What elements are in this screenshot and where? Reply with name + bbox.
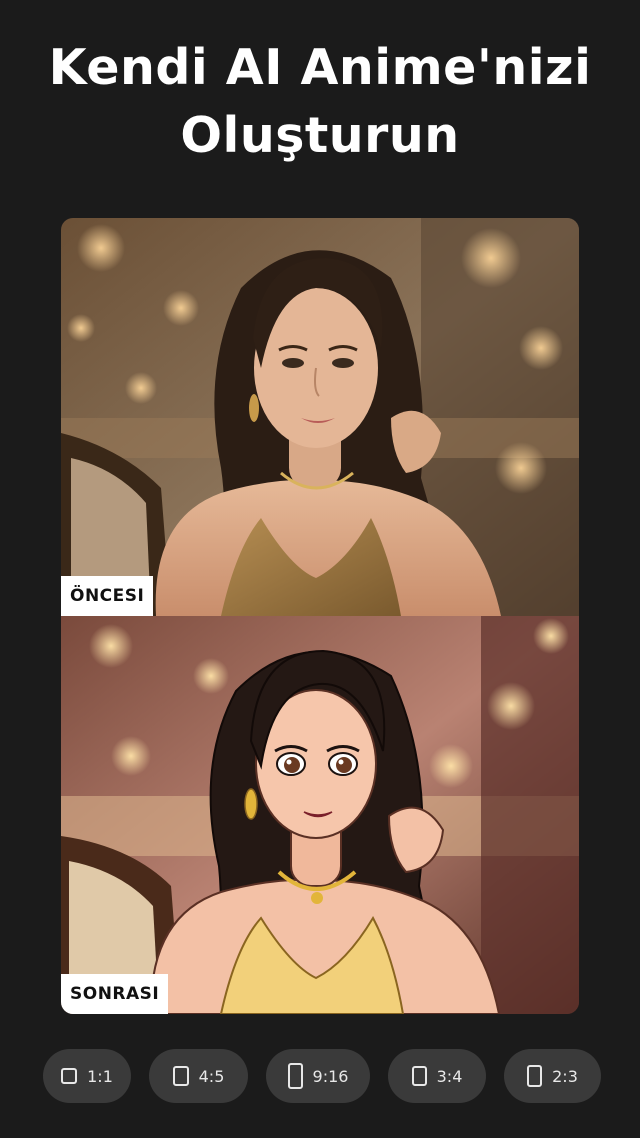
before-after-comparison: ÖNCESI SONRASI bbox=[61, 218, 579, 1014]
ratio-label: 1:1 bbox=[87, 1066, 113, 1086]
after-anime-image: SONRASI bbox=[61, 616, 579, 1014]
ratio-label: 9:16 bbox=[312, 1066, 349, 1086]
square-ratio-icon bbox=[61, 1068, 78, 1084]
after-label: SONRASI bbox=[61, 974, 169, 1014]
realistic-portrait-image bbox=[61, 218, 579, 616]
portrait-4-5-ratio-icon bbox=[172, 1066, 189, 1086]
ratio-label: 4:5 bbox=[198, 1066, 225, 1086]
portrait-3-4-ratio-icon bbox=[411, 1066, 427, 1086]
portrait-2-3-ratio-icon bbox=[527, 1065, 543, 1087]
aspect-ratio-selector: 1:1 4:5 9:16 3:4 2:3 bbox=[0, 1049, 640, 1103]
ratio-option-3-4[interactable]: 3:4 bbox=[388, 1049, 486, 1103]
ratio-option-9-16[interactable]: 9:16 bbox=[266, 1049, 370, 1103]
headline-line-1: Kendi AI Anime'nizi bbox=[48, 39, 592, 96]
before-label: ÖNCESI bbox=[61, 576, 154, 616]
anime-portrait-image bbox=[61, 616, 579, 1014]
ratio-option-4-5[interactable]: 4:5 bbox=[149, 1049, 248, 1103]
portrait-9-16-ratio-icon bbox=[287, 1063, 303, 1089]
headline-line-2: Oluşturun bbox=[180, 107, 460, 164]
ratio-label: 3:4 bbox=[436, 1066, 463, 1086]
ratio-option-1-1[interactable]: 1:1 bbox=[43, 1049, 131, 1103]
ratio-option-2-3[interactable]: 2:3 bbox=[504, 1049, 601, 1103]
headline: Kendi AI Anime'nizi Oluşturun bbox=[0, 34, 640, 170]
before-photo: ÖNCESI bbox=[61, 218, 579, 616]
ratio-label: 2:3 bbox=[552, 1066, 578, 1086]
